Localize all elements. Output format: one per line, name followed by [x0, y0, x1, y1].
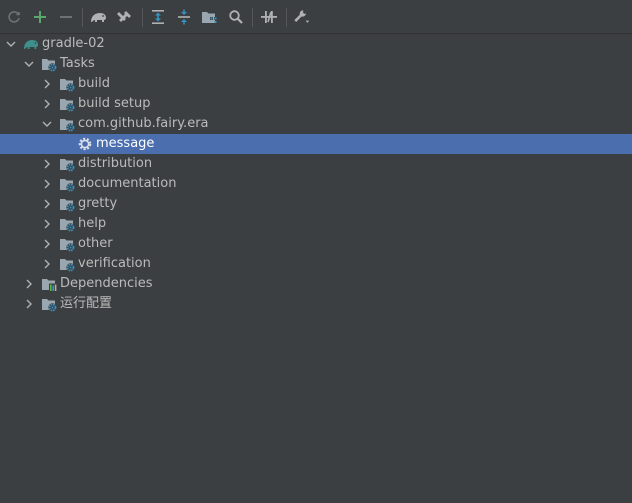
chevron-right-icon[interactable] — [41, 158, 53, 170]
tree-node-label: gradle-02 — [42, 36, 105, 51]
gradle-toolbar — [0, 0, 632, 34]
tree-node-label: Tasks — [60, 56, 95, 71]
task-folder-icon — [60, 99, 75, 112]
gradle-elephant-icon — [24, 40, 38, 49]
tree-node-build-setup[interactable]: build setup — [0, 94, 632, 114]
tree-node-run-configurations[interactable]: 运行配置 — [0, 294, 632, 314]
chevron-right-icon[interactable] — [41, 238, 53, 250]
toolbar-separator — [142, 8, 143, 27]
toolbar-separator — [286, 8, 287, 27]
chevron-right-icon[interactable] — [41, 258, 53, 270]
remove-icon[interactable] — [57, 8, 75, 26]
gradle-elephant-icon[interactable] — [90, 8, 108, 26]
build-tools-icon[interactable] — [116, 8, 134, 26]
tree-node-label: build setup — [78, 96, 151, 111]
task-folder-icon — [60, 119, 75, 132]
task-folder-icon — [60, 219, 75, 232]
tree-node-label: distribution — [78, 156, 153, 171]
tree-node-dependencies[interactable]: Dependencies — [0, 274, 632, 294]
tree-node-label: message — [96, 136, 155, 151]
task-folder-icon — [60, 159, 75, 172]
tree-node-documentation[interactable]: documentation — [0, 174, 632, 194]
task-folder-icon — [60, 179, 75, 192]
expand-all-icon[interactable] — [149, 8, 167, 26]
gradle-task-tree[interactable]: gradle-02 Tasks build build setup com.gi… — [0, 34, 632, 503]
chevron-right-icon[interactable] — [41, 218, 53, 230]
chevron-down-icon[interactable] — [41, 118, 53, 130]
tree-node-tasks[interactable]: Tasks — [0, 54, 632, 74]
tree-node-label: help — [78, 216, 107, 231]
refresh-icon[interactable] — [5, 8, 23, 26]
chevron-down-icon[interactable] — [5, 38, 17, 50]
tree-node-help[interactable]: help — [0, 214, 632, 234]
search-icon[interactable] — [227, 8, 245, 26]
toolbar-separator — [252, 8, 253, 27]
collapse-all-icon[interactable] — [175, 8, 193, 26]
tree-node-label: build — [78, 76, 110, 91]
task-folder-icon — [60, 259, 75, 272]
tree-node-other[interactable]: other — [0, 234, 632, 254]
tree-node-build[interactable]: build — [0, 74, 632, 94]
tree-node-distribution[interactable]: distribution — [0, 154, 632, 174]
toolbar-separator — [82, 8, 83, 27]
tree-node-verification[interactable]: verification — [0, 254, 632, 274]
tree-node-label: gretty — [78, 196, 118, 211]
task-folder-icon — [42, 59, 57, 72]
chevron-right-icon[interactable] — [23, 298, 35, 310]
toggle-offline-icon[interactable] — [260, 8, 278, 26]
tree-node-label: Dependencies — [60, 276, 153, 291]
group-modules-icon[interactable] — [201, 8, 219, 26]
tree-node-label: documentation — [78, 176, 177, 191]
tree-node-message[interactable]: message — [0, 134, 632, 154]
task-folder-icon — [60, 239, 75, 252]
tree-node-root[interactable]: gradle-02 — [0, 34, 632, 54]
gear-icon — [78, 137, 92, 151]
chevron-right-icon[interactable] — [41, 78, 53, 90]
tree-node-fairy-era[interactable]: com.github.fairy.era — [0, 114, 632, 134]
task-folder-icon — [60, 199, 75, 212]
run-config-folder-icon — [42, 299, 57, 312]
chevron-right-icon[interactable] — [41, 198, 53, 210]
chevron-down-icon[interactable] — [23, 58, 35, 70]
tree-node-label: com.github.fairy.era — [78, 116, 209, 131]
tree-node-label: other — [78, 236, 113, 251]
add-icon[interactable] — [31, 8, 49, 26]
tree-node-label: verification — [78, 256, 151, 271]
tree-node-gretty[interactable]: gretty — [0, 194, 632, 214]
settings-wrench-icon[interactable] — [293, 8, 311, 26]
dependencies-folder-icon — [42, 279, 57, 292]
chevron-right-icon[interactable] — [41, 98, 53, 110]
tree-node-label: 运行配置 — [60, 296, 113, 311]
task-folder-icon — [60, 79, 75, 92]
chevron-right-icon[interactable] — [23, 278, 35, 290]
chevron-right-icon[interactable] — [41, 178, 53, 190]
